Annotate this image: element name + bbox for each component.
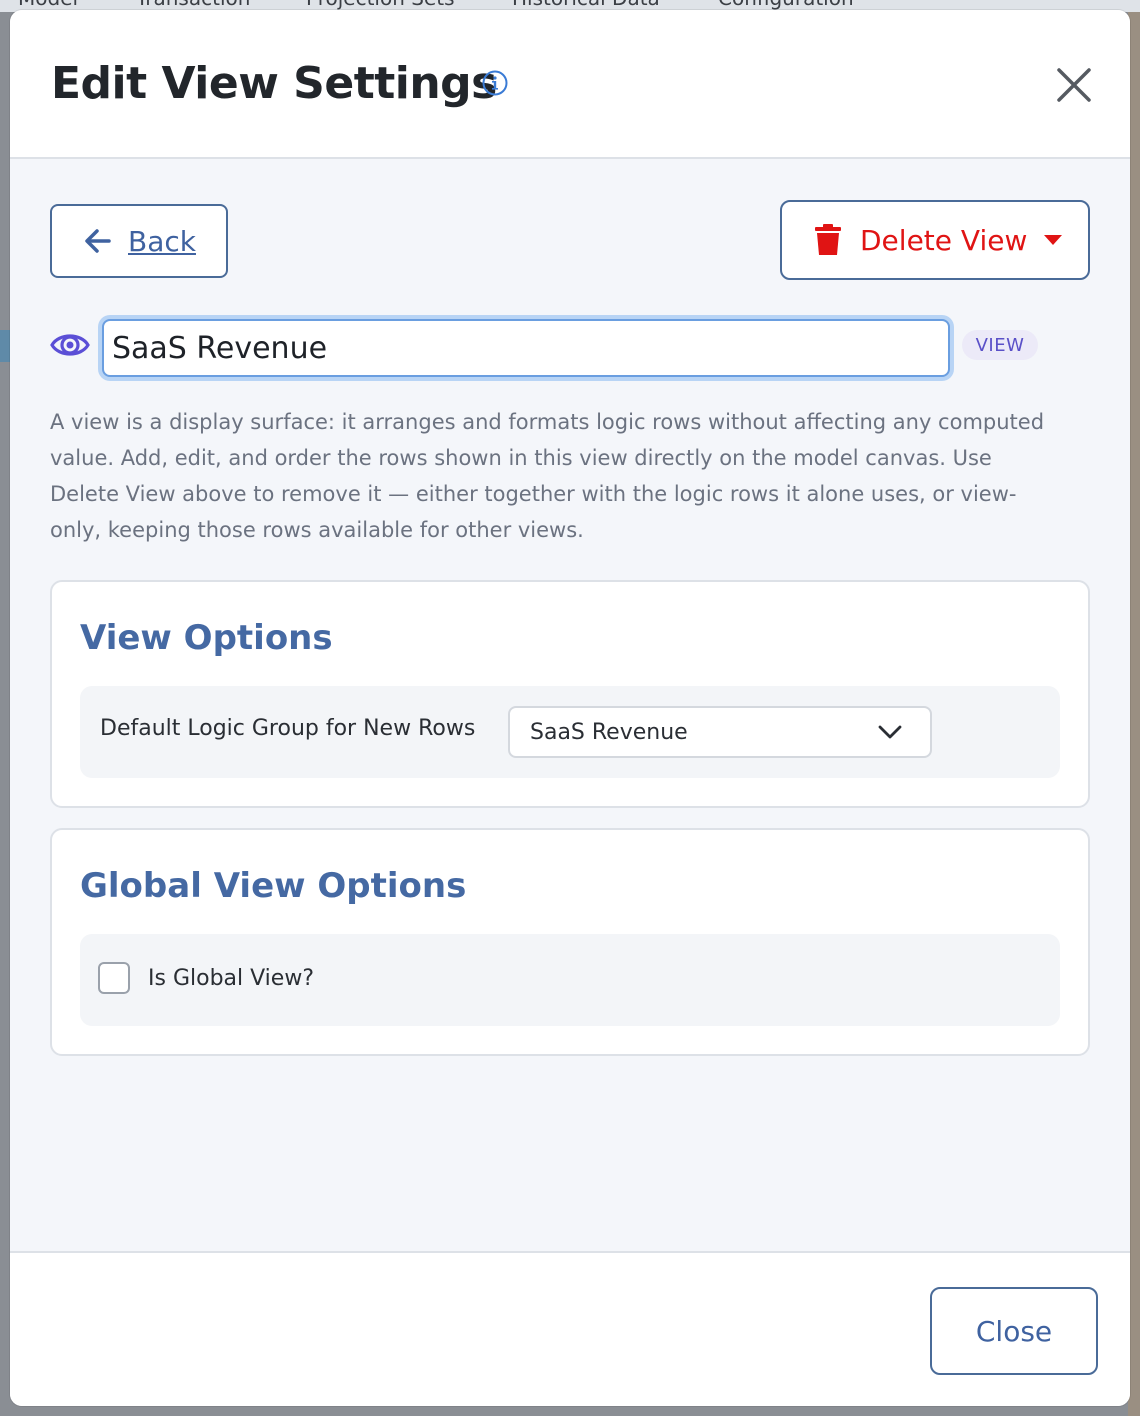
- global-view-options-card: Global View Options Is Global View?: [50, 828, 1090, 1056]
- default-logic-group-row: Default Logic Group for New Rows SaaS Re…: [80, 686, 1060, 778]
- close-x-icon[interactable]: [1054, 65, 1094, 105]
- back-button[interactable]: Back: [50, 204, 228, 278]
- view-options-card: View Options Default Logic Group for New…: [50, 580, 1090, 808]
- view-description: A view is a display surface: it arranges…: [50, 410, 1045, 542]
- view-name-focus-ring: [98, 315, 954, 381]
- trash-icon: [815, 224, 841, 255]
- default-logic-group-select[interactable]: SaaS Revenue: [508, 706, 932, 758]
- view-type-badge: VIEW: [962, 330, 1038, 360]
- modal-title: Edit View Settings: [51, 58, 497, 109]
- default-logic-group-value: SaaS Revenue: [530, 719, 688, 745]
- close-button[interactable]: Close: [930, 1287, 1098, 1375]
- global-view-options-title: Global View Options: [80, 866, 467, 906]
- default-logic-group-label: Default Logic Group for New Rows: [100, 716, 476, 741]
- is-global-view-label: Is Global View?: [148, 966, 314, 991]
- delete-view-button[interactable]: Delete View: [780, 200, 1090, 280]
- edit-view-settings-modal: Edit View Settings Back Delete View SaaS…: [10, 10, 1130, 1406]
- background-tab: Model: [18, 0, 78, 10]
- is-global-view-checkbox[interactable]: [98, 962, 130, 994]
- arrow-left-icon: [85, 229, 111, 253]
- chevron-down-icon: [878, 725, 902, 739]
- caret-down-icon: [1044, 235, 1063, 245]
- view-options-title: View Options: [80, 618, 333, 658]
- background-tab: Projection Sets: [306, 0, 455, 10]
- is-global-view-row: Is Global View?: [80, 934, 1060, 1026]
- background-tab: Historical Data: [512, 0, 660, 10]
- info-circle-icon[interactable]: [482, 70, 508, 96]
- eye-icon[interactable]: [50, 328, 90, 362]
- background-tab: Transaction: [136, 0, 250, 10]
- back-button-label: Back: [128, 224, 196, 258]
- delete-view-label: Delete View: [860, 223, 1028, 257]
- background-tab: Configuration: [718, 0, 854, 10]
- view-name-input[interactable]: [102, 319, 950, 377]
- modal-footer: Close: [10, 1251, 1130, 1406]
- modal-header: Edit View Settings: [10, 10, 1130, 159]
